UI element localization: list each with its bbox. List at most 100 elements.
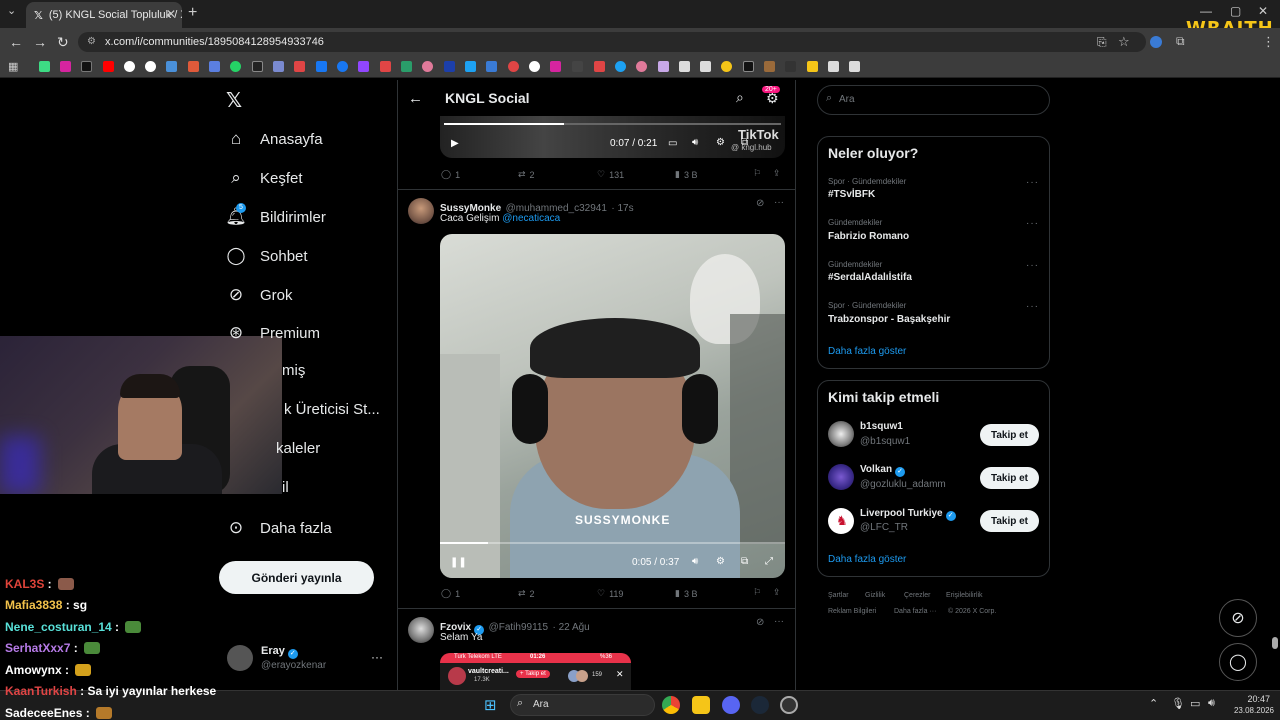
close-tab-icon[interactable]: ✕ (166, 7, 176, 21)
sidebar-item-more[interactable]: ⊙ Daha fazla (226, 518, 332, 538)
install-icon[interactable]: ⎘ (1097, 35, 1107, 50)
follow-button[interactable]: Takip et (980, 467, 1039, 489)
bookmark-icon[interactable] (273, 61, 284, 72)
app-icon[interactable] (780, 696, 798, 714)
bookmark-icon[interactable] (145, 61, 156, 72)
forward-icon[interactable]: → (33, 34, 47, 50)
trend-more-icon[interactable]: ··· (1026, 260, 1039, 271)
tweet-image[interactable]: Turk Telekom LTE 01:26 %36 vaultcreati..… (440, 653, 631, 690)
reply-button[interactable]: ◯ 1 (441, 169, 460, 180)
show-more-link[interactable]: Daha fazla göster (828, 346, 906, 357)
retweet-button[interactable]: ⇄ 2 (518, 588, 535, 599)
sidebar-item-profile[interactable]: il (282, 479, 289, 496)
follow-button[interactable]: Takip et (980, 424, 1039, 446)
bookmark-icon[interactable]: ⚐ (753, 587, 761, 598)
author-handle[interactable]: @Fatih99115 (489, 622, 548, 633)
avatar[interactable] (828, 421, 854, 447)
bookmark-icon[interactable] (743, 61, 754, 72)
sidebar-item-grok[interactable]: ⊘ Grok (226, 285, 293, 305)
trend-item[interactable]: #TSvİBFK (828, 189, 875, 200)
discord-icon[interactable] (722, 696, 740, 714)
sidebar-item-premium[interactable]: ⊛ Premium (226, 323, 320, 343)
taskbar-search[interactable] (510, 694, 655, 716)
sidebar-item-home[interactable]: ⌂ Anasayfa (226, 129, 323, 149)
display-icon[interactable]: ▭ (1190, 697, 1200, 710)
search-icon[interactable]: ⌕ (736, 89, 744, 106)
bookmark-icon[interactable] (465, 61, 476, 72)
trend-item[interactable]: #SerdalAdalıİstifa (828, 272, 912, 283)
bookmark-icon[interactable] (294, 61, 305, 72)
clock-date[interactable]: 23.08.2026 (1222, 706, 1274, 715)
bookmark-icon[interactable] (188, 61, 199, 72)
bookmark-icon[interactable] (721, 61, 732, 72)
footer-link-cookies[interactable]: Çerezler (904, 592, 930, 599)
footer-link-privacy[interactable]: Gizlilik (865, 592, 885, 599)
bookmark-icon[interactable] (486, 61, 497, 72)
bookmark-icon[interactable] (594, 61, 605, 72)
bookmark-icon[interactable] (209, 61, 220, 72)
back-arrow-icon[interactable]: ← (408, 90, 423, 107)
bookmark-icon[interactable] (572, 61, 583, 72)
grok-fab[interactable]: ⊘ (1219, 599, 1257, 637)
footer-link-more[interactable]: Daha fazla ··· (894, 608, 936, 615)
messages-fab[interactable]: ◯ (1219, 643, 1257, 681)
bookmark-icon[interactable] (358, 61, 369, 72)
sidebar-item-explore[interactable]: ⌕ Keşfet (226, 168, 302, 188)
show-more-link[interactable]: Daha fazla göster (828, 554, 906, 565)
extension-icon[interactable] (1150, 36, 1162, 48)
bookmark-icon[interactable] (679, 61, 690, 72)
avatar[interactable] (828, 464, 854, 490)
sidebar-item-bookmarks[interactable]: miş (282, 362, 305, 379)
extensions-puzzle-icon[interactable]: ⧉ (1176, 34, 1185, 49)
clock-time[interactable]: 20:47 (1230, 694, 1270, 704)
tweet-time[interactable]: · 17s (611, 203, 633, 214)
scrollbar-thumb[interactable] (1272, 637, 1278, 649)
sidebar-item-chat[interactable]: ◯ Sohbet (226, 246, 307, 266)
bookmark-icon[interactable] (529, 61, 540, 72)
share-icon[interactable]: ⇪ (773, 168, 781, 179)
windows-start-icon[interactable]: ⊞ (484, 696, 497, 714)
microphone-icon[interactable]: 🎙︎ (1171, 697, 1185, 710)
volume-icon[interactable]: 🔊︎ (692, 137, 698, 148)
bookmark-icon[interactable] (658, 61, 669, 72)
bookmark-icon[interactable] (124, 61, 135, 72)
minimize-icon[interactable]: — (1200, 4, 1212, 18)
bookmark-icon[interactable] (60, 61, 71, 72)
account-menu-icon[interactable]: ··· (371, 650, 383, 664)
bookmark-icon[interactable] (828, 61, 839, 72)
pip-icon[interactable]: ⧉ (741, 137, 748, 148)
bookmark-icon[interactable] (444, 61, 455, 72)
bookmark-icon[interactable] (39, 61, 50, 72)
bookmark-icon[interactable] (550, 61, 561, 72)
tab-search-icon[interactable]: ⌄ (7, 4, 16, 17)
settings-icon[interactable]: ⚙ (716, 137, 725, 148)
fullscreen-icon[interactable]: ⤢ (765, 556, 773, 567)
bookmark-icon[interactable] (230, 61, 241, 72)
bookmark-icon[interactable]: ⚐ (753, 168, 761, 179)
grok-icon[interactable]: ⊘ (756, 198, 764, 209)
trend-more-icon[interactable]: ··· (1026, 301, 1039, 312)
bookmark-icon[interactable] (103, 61, 114, 72)
views-button[interactable]: ▮ 3 B (675, 169, 697, 180)
trend-more-icon[interactable]: ··· (1026, 177, 1039, 188)
post-button[interactable]: Gönderi yayınla (219, 561, 374, 594)
volume-icon[interactable]: 🔊︎ (692, 556, 698, 567)
sidebar-item-articles[interactable]: kaleler (276, 440, 320, 457)
bookmark-icon[interactable] (807, 61, 818, 72)
browser-menu-icon[interactable]: ⋮ (1262, 34, 1275, 50)
bookmark-icon[interactable] (700, 61, 711, 72)
bookmark-icon[interactable] (785, 61, 796, 72)
more-icon[interactable]: ··· (774, 616, 784, 627)
avatar[interactable] (227, 645, 253, 671)
trend-item[interactable]: Trabzonspor - Başakşehir (828, 314, 950, 325)
suggested-user-name[interactable]: Liverpool Turkiye ✓ (860, 508, 956, 521)
more-icon[interactable]: ··· (774, 197, 784, 208)
bookmark-icon[interactable] (422, 61, 433, 72)
bookmark-icon[interactable] (401, 61, 412, 72)
avatar[interactable]: ♞ (828, 508, 854, 534)
file-explorer-icon[interactable] (692, 696, 710, 714)
bookmark-icon[interactable] (316, 61, 327, 72)
suggested-user-name[interactable]: b1squw1 (860, 421, 903, 432)
chrome-icon[interactable] (662, 696, 680, 714)
trend-more-icon[interactable]: ··· (1026, 218, 1039, 229)
